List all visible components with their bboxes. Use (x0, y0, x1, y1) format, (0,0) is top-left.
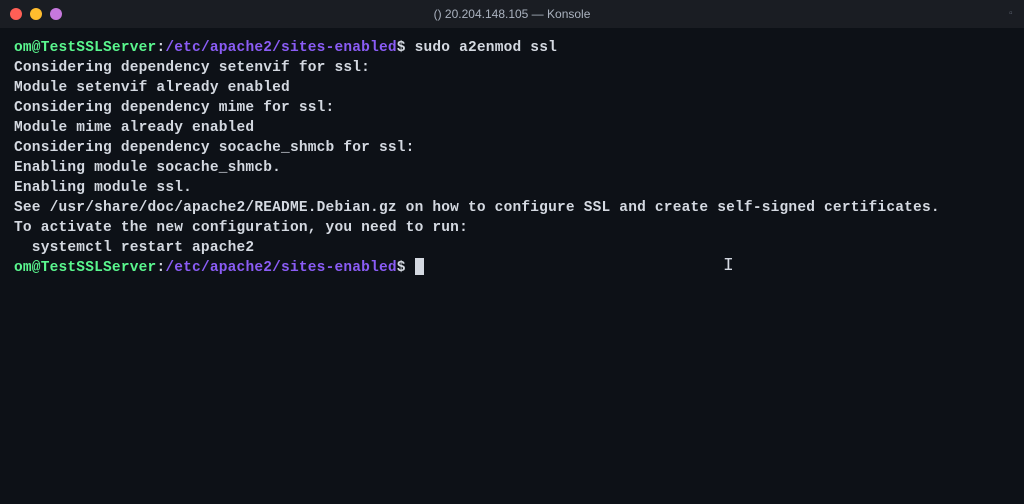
expand-icon[interactable]: ▫ (1008, 9, 1014, 20)
maximize-icon[interactable] (50, 8, 62, 20)
cwd-path: /etc/apache2/sites-enabled (165, 40, 396, 56)
prompt-symbol: $ (397, 260, 406, 276)
prompt-line-1: om@TestSSLServer:/etc/apache2/sites-enab… (14, 38, 1010, 58)
window-titlebar: () 20.204.148.105 — Konsole ▫ (0, 0, 1024, 28)
cwd-path: /etc/apache2/sites-enabled (165, 260, 396, 276)
output-line: systemctl restart apache2 (14, 238, 1010, 258)
window-title: () 20.204.148.105 — Konsole (434, 7, 591, 21)
block-cursor (415, 258, 424, 275)
output-line: Enabling module ssl. (14, 178, 1010, 198)
output-line: Considering dependency socache_shmcb for… (14, 138, 1010, 158)
prompt-line-2: om@TestSSLServer:/etc/apache2/sites-enab… (14, 258, 1010, 278)
output-line: Module mime already enabled (14, 118, 1010, 138)
user-host: om@TestSSLServer (14, 260, 156, 276)
output-line: See /usr/share/doc/apache2/README.Debian… (14, 198, 1010, 218)
minimize-icon[interactable] (30, 8, 42, 20)
prompt-symbol: $ (397, 40, 406, 56)
traffic-lights (10, 8, 62, 20)
output-line: Considering dependency mime for ssl: (14, 98, 1010, 118)
user-host: om@TestSSLServer (14, 40, 156, 56)
terminal-area[interactable]: om@TestSSLServer:/etc/apache2/sites-enab… (0, 28, 1024, 288)
output-line: Considering dependency setenvif for ssl: (14, 58, 1010, 78)
output-line: Module setenvif already enabled (14, 78, 1010, 98)
close-icon[interactable] (10, 8, 22, 20)
text-cursor-icon: I (723, 256, 734, 276)
output-line: Enabling module socache_shmcb. (14, 158, 1010, 178)
command-text: sudo a2enmod ssl (415, 40, 557, 56)
output-line: To activate the new configuration, you n… (14, 218, 1010, 238)
